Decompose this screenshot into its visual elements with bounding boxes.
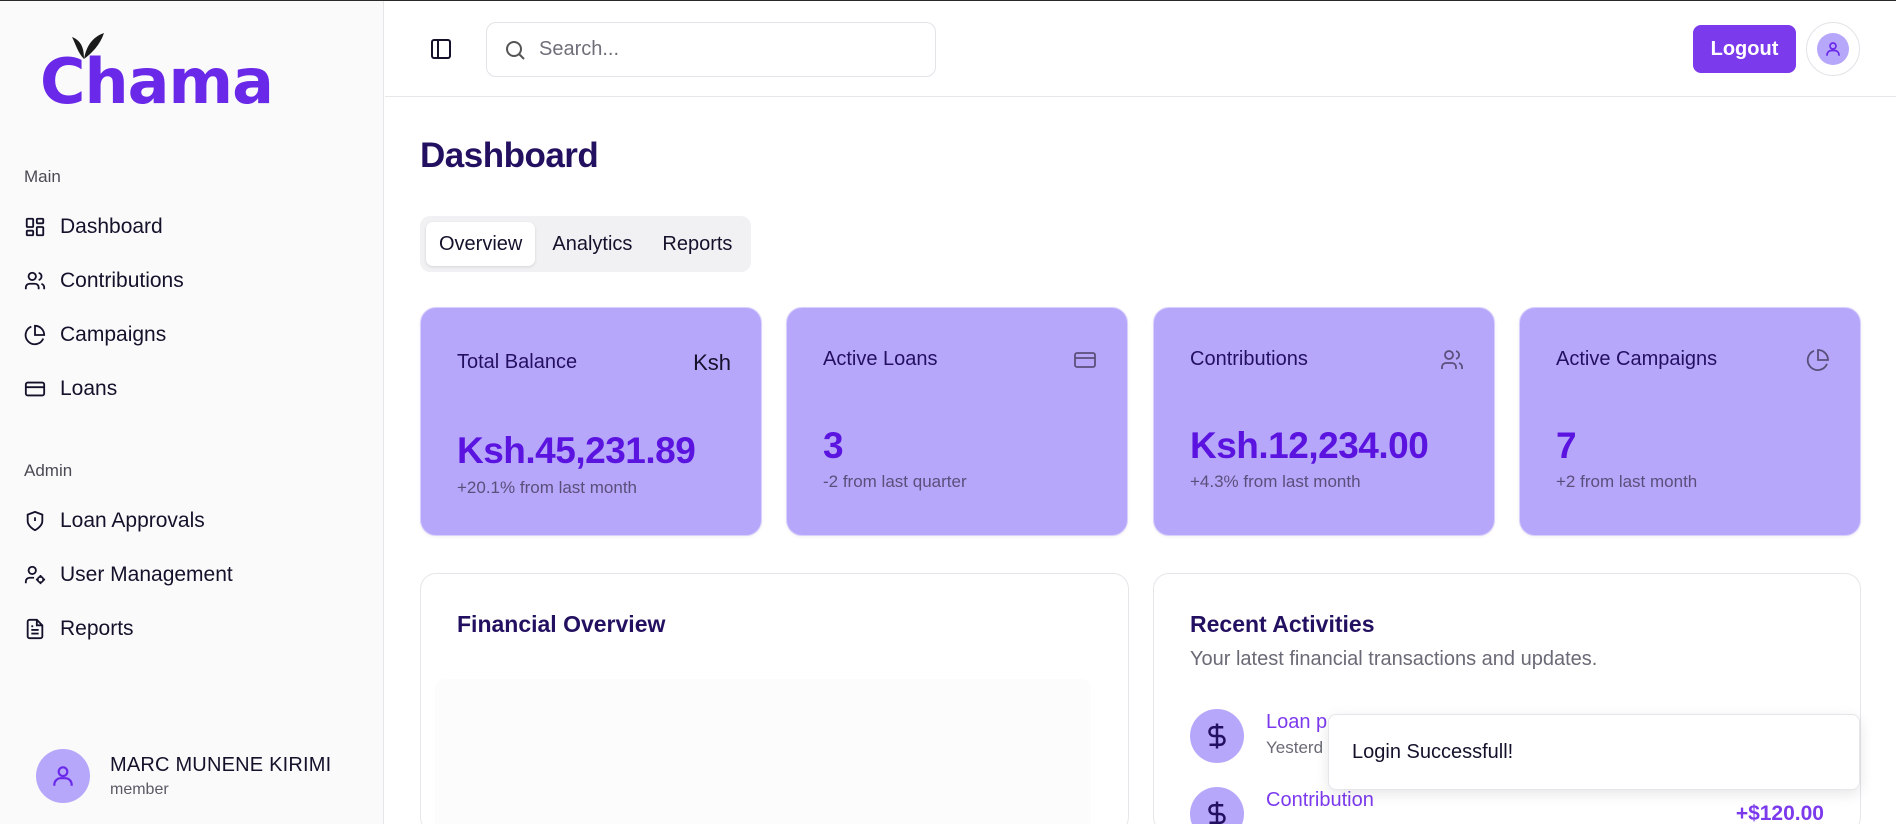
dollar-icon [1190, 709, 1244, 763]
card-value: 7 [1556, 425, 1577, 466]
credit-card-icon [24, 378, 46, 400]
users-icon [1440, 348, 1464, 377]
toast-notification[interactable]: Login Successfull! [1328, 714, 1860, 790]
card-title: Contributions [1190, 348, 1308, 370]
user-profile[interactable]: MARC MUNENE KIRIMI member [36, 749, 331, 803]
logo-text: Chama [40, 45, 274, 118]
sidebar-item-loans[interactable]: Loans [24, 371, 117, 407]
sidebar: Chama Main Dashboard Contributions Campa… [0, 1, 384, 824]
sidebar-item-label: Dashboard [60, 215, 163, 238]
user-icon [1826, 42, 1840, 56]
user-name: MARC MUNENE KIRIMI [110, 753, 332, 776]
sidebar-item-reports[interactable]: Reports [24, 611, 134, 647]
logout-button[interactable]: Logout [1693, 25, 1796, 73]
card-subtext: +4.3% from last month [1190, 472, 1361, 491]
toast-message: Login Successfull! [1352, 740, 1514, 763]
card-subtext: +2 from last month [1556, 472, 1698, 491]
tab-overview[interactable]: Overview [426, 222, 536, 266]
search-icon [506, 40, 525, 60]
activity-time: Yesterd [1266, 738, 1324, 757]
sidebar-item-contributions[interactable]: Contributions [24, 263, 184, 299]
panel-title: Financial Overview [457, 611, 666, 637]
financial-chart-area [435, 679, 1091, 824]
pie-chart-icon [1806, 348, 1830, 377]
dollar-icon [1190, 787, 1244, 824]
sidebar-item-label: Loan Approvals [60, 509, 205, 532]
avatar [1817, 33, 1849, 65]
sidebar-item-campaigns[interactable]: Campaigns [24, 317, 166, 353]
file-text-icon [24, 618, 46, 640]
card-value: 3 [823, 425, 844, 466]
chama-logo[interactable]: Chama [40, 31, 274, 121]
sidebar-toggle-button[interactable] [429, 37, 453, 61]
pie-chart-icon [24, 324, 46, 346]
user-cog-icon [24, 564, 46, 586]
section-label-main: Main [24, 167, 61, 186]
sidebar-item-label: Reports [60, 617, 134, 640]
card-title: Active Loans [823, 348, 938, 370]
tab-bar: Overview Analytics Reports [420, 216, 752, 272]
sidebar-item-label: Campaigns [60, 323, 167, 346]
dashboard-grid-icon [24, 216, 46, 238]
activity-amount: +$120.00 [1735, 802, 1824, 824]
user-icon [53, 766, 73, 786]
card-subtext: +20.1% from last month [457, 478, 638, 497]
users-icon [24, 270, 46, 292]
search-box[interactable] [486, 22, 936, 77]
activity-item[interactable]: Loan p Yesterd [1190, 709, 1327, 763]
stat-card-active-campaigns: Active Campaigns 7 +2 from last month [1519, 307, 1861, 536]
sidebar-item-user-management[interactable]: User Management [24, 557, 233, 593]
tab-reports[interactable]: Reports [649, 222, 745, 266]
card-title: Total Balance [457, 351, 578, 373]
stat-card-total-balance: Total Balance Ksh Ksh.45,231.89 +20.1% f… [420, 307, 762, 536]
card-title: Active Campaigns [1556, 348, 1718, 370]
page-title: Dashboard [420, 136, 599, 175]
currency-label: Ksh [693, 350, 731, 375]
tab-analytics[interactable]: Analytics [539, 222, 645, 266]
card-value: Ksh.12,234.00 [1190, 425, 1429, 466]
card-value: Ksh.45,231.89 [457, 430, 696, 471]
sidebar-item-label: Loans [60, 377, 118, 400]
section-label-admin: Admin [24, 461, 73, 480]
card-subtext: -2 from last quarter [823, 472, 967, 491]
search-input[interactable] [539, 38, 919, 61]
user-role: member [110, 780, 169, 798]
profile-menu-button[interactable] [1806, 22, 1860, 76]
stat-card-contributions: Contributions Ksh.12,234.00 +4.3% from l… [1153, 307, 1495, 536]
sidebar-item-label: User Management [60, 563, 233, 586]
stat-card-active-loans: Active Loans 3 -2 from last quarter [786, 307, 1128, 536]
sidebar-item-label: Contributions [60, 269, 184, 292]
panel-title: Recent Activities [1190, 611, 1375, 637]
panel-left-icon [431, 39, 451, 59]
activity-title: Contribution [1266, 789, 1374, 811]
panel-subtitle: Your latest financial transactions and u… [1190, 648, 1598, 670]
activity-item[interactable]: Contribution [1190, 787, 1374, 824]
financial-overview-panel: Financial Overview [420, 573, 1129, 824]
credit-card-icon [1073, 348, 1097, 377]
top-header: Logout [385, 1, 1896, 97]
avatar [36, 749, 90, 803]
sidebar-item-loan-approvals[interactable]: Loan Approvals [24, 503, 205, 539]
sidebar-item-dashboard[interactable]: Dashboard [24, 209, 163, 245]
activity-title: Loan p [1266, 711, 1328, 733]
shield-icon [24, 510, 46, 532]
